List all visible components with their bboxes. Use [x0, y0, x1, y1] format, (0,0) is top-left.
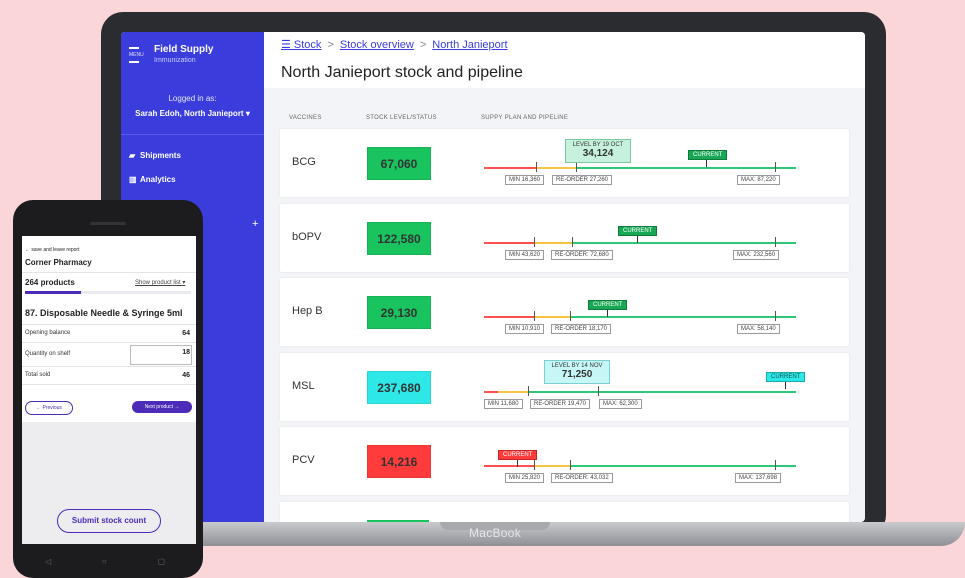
quantity-on-shelf-label: Quantity on shelf [25, 351, 71, 357]
save-and-leave-link[interactable]: ← save and leave report [25, 247, 79, 253]
pipeline: MIN 25,820 RE-ORDER: 43,032 MAX: 137,698… [480, 427, 800, 495]
max-tag: MAX: 232,560 [733, 250, 780, 260]
nav-label: Shipments [140, 151, 181, 160]
show-product-list-link[interactable]: Show product list ▾ [135, 279, 185, 286]
breadcrumb: ☰ Stock > Stock overview > North Janieport [281, 38, 508, 51]
stock-level-badge: 237,680 [367, 371, 431, 404]
stock-level-badge: 67,060 [367, 147, 431, 180]
vaccine-name: PCV [292, 454, 315, 466]
opening-balance-value: 64 [182, 330, 190, 337]
vaccine-row-bopv[interactable]: bOPV 122,580 MIN 43,620 RE-ORDER: 72,680… [280, 204, 849, 272]
pipeline: MIN 43,620 RE-ORDER: 72,680 MAX: 232,560… [480, 204, 800, 272]
page-title: North Janieport stock and pipeline [281, 64, 523, 81]
submit-stock-count-button[interactable]: Submit stock count [57, 509, 161, 533]
min-tag: MIN 11,680 [484, 399, 523, 409]
chart-icon: ▥ [129, 175, 137, 184]
divider [22, 324, 196, 325]
column-header-vaccines: VACCINES [289, 115, 322, 121]
current-marker: CURRENT [618, 226, 658, 236]
stock-level-badge: 14,216 [367, 445, 431, 478]
recent-nav-icon[interactable]: ▢ [157, 557, 165, 567]
crumb-separator: > [419, 39, 427, 51]
reorder-tag: RE-ORDER 19,470 [530, 399, 591, 409]
app-title: Field Supply [154, 44, 214, 55]
opening-balance-label: Opening balance [25, 330, 71, 336]
product-count: 264 products [25, 278, 75, 287]
home-nav-icon[interactable]: ○ [102, 557, 107, 567]
min-tag: MIN 16,360 [505, 175, 545, 185]
progress-bar [25, 291, 191, 294]
plus-icon[interactable]: + [252, 218, 258, 230]
stock-level-badge: 122,580 [367, 222, 431, 255]
total-sold-label: Total sold [25, 372, 51, 378]
vaccine-name: bOPV [292, 231, 322, 243]
vaccine-row-bcg[interactable]: BCG 67,060 MIN 16,360 RE-ORDER 27,260 MA… [280, 129, 849, 197]
pipeline: MIN 11,680 RE-ORDER 19,470 MAX: 62,300 L… [480, 353, 806, 421]
max-tag: MAX: 62,300 [599, 399, 642, 409]
app-subtitle: Immunization [154, 57, 196, 64]
max-tag: MAX: 137,698 [735, 473, 782, 483]
previous-button[interactable]: ← Previous [25, 401, 73, 415]
column-header-pipeline: SUPPY PLAN AND PIPELINE [481, 115, 569, 121]
next-product-button[interactable]: Next product → [132, 401, 192, 413]
vaccine-row-hepb[interactable]: Hep B 29,130 MIN 10,910 RE-ORDER 18,170 … [280, 278, 849, 346]
page-header: ☰ Stock > Stock overview > North Janieport N… [264, 32, 865, 88]
truck-icon: ▰ [129, 151, 136, 160]
back-nav-icon[interactable]: ◁ [45, 557, 51, 567]
crumb-stock-overview[interactable]: Stock overview [340, 39, 414, 51]
vaccine-row-msl[interactable]: MSL 237,680 MIN 11,680 RE-ORDER 19,470 M… [280, 353, 849, 421]
min-tag: MIN 43,620 [505, 250, 545, 260]
logged-in-label: Logged in as: [168, 94, 217, 103]
reorder-tag: RE-ORDER: 43,032 [551, 473, 613, 483]
current-marker: CURRENT [588, 300, 628, 310]
forecast-box: LEVEL BY 14 NOV 71,250 [544, 360, 610, 384]
vaccine-name: MSL [292, 380, 315, 392]
laptop-brand-label: MacBook [468, 526, 522, 540]
vaccine-name: BCG [292, 156, 316, 168]
vaccine-row-pcv[interactable]: PCV 14,216 MIN 25,820 RE-ORDER: 43,032 M… [280, 427, 849, 495]
phone-nav-bar: ◁ ○ ▢ [45, 557, 165, 567]
reorder-tag: RE-ORDER 18,170 [551, 324, 612, 334]
current-marker: CURRENT [766, 372, 806, 382]
crumb-stock[interactable]: ☰ Stock [281, 39, 321, 51]
user-menu[interactable]: Sarah Edoh, North Janieport ▾ [121, 109, 264, 118]
max-tag: MAX: 87,220 [737, 175, 780, 185]
divider [22, 366, 196, 367]
forecast-box: LEVEL BY 19 OCT 34,124 [565, 139, 631, 163]
total-sold-value: 46 [182, 372, 190, 379]
divider [22, 384, 196, 385]
stock-level-badge: 29,130 [367, 296, 431, 329]
reorder-tag: RE-ORDER 27,260 [552, 175, 613, 185]
nav-label: Analytics [140, 175, 176, 184]
min-tag: MIN 25,820 [505, 473, 545, 483]
progress-fill [25, 291, 82, 294]
current-marker: CURRENT [498, 450, 538, 460]
pipeline: MIN 10,910 RE-ORDER 18,170 MAX: 58,140 C… [480, 278, 800, 346]
store-name: Corner Pharmacy [25, 258, 92, 267]
vaccine-name: Hep B [292, 305, 323, 317]
menu-button[interactable]: MENU [129, 44, 149, 66]
max-tag: MAX: 58,140 [737, 324, 780, 334]
divider [22, 342, 196, 343]
phone-speaker [90, 222, 126, 225]
divider [22, 272, 196, 273]
menu-label: MENU [129, 52, 144, 58]
min-tag: MIN 10,910 [505, 324, 545, 334]
column-header-stock: STOCK LEVEL/STATUS [366, 115, 437, 121]
divider [121, 134, 264, 135]
crumb-separator: > [327, 39, 334, 51]
forecast-value: 71,250 [561, 369, 593, 380]
quantity-on-shelf-value: 18 [182, 349, 190, 356]
crumb-location[interactable]: North Janieport [432, 39, 507, 51]
current-marker: CURRENT [688, 150, 728, 160]
nav-item-shipments[interactable]: ▰ Shipments [129, 151, 181, 160]
pipeline: MIN 16,360 RE-ORDER 27,260 MAX: 87,220 L… [480, 129, 800, 197]
nav-item-analytics[interactable]: ▥ Analytics [129, 175, 176, 184]
vaccine-row-partial [280, 502, 849, 522]
reorder-tag: RE-ORDER: 72,680 [551, 250, 613, 260]
forecast-value: 34,124 [582, 148, 614, 159]
phone-screen: ← save and leave report Corner Pharmacy … [22, 236, 196, 544]
product-title: 87. Disposable Needle & Syringe 5ml [25, 308, 183, 318]
laptop-screen: MENU Field Supply Immunization Logged in… [121, 32, 865, 522]
